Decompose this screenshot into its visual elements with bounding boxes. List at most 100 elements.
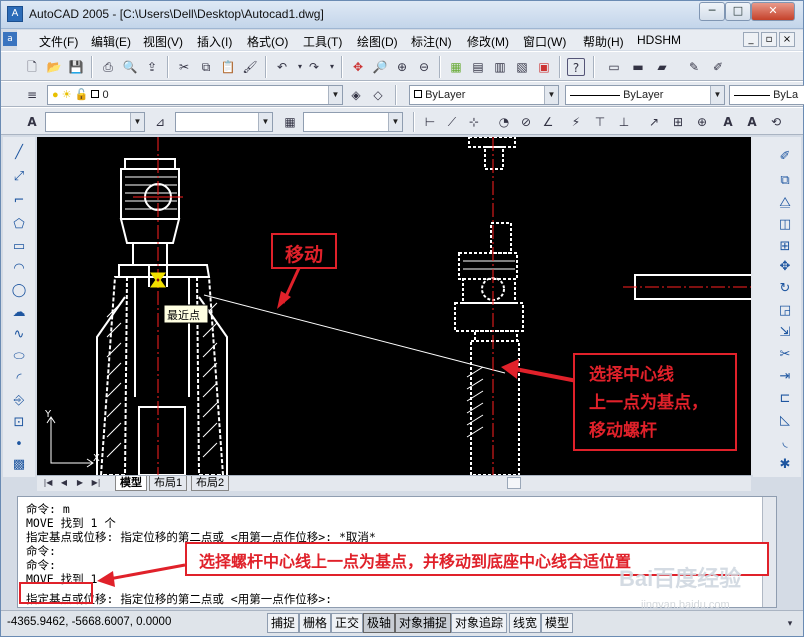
- toolbar-extra-icon-1[interactable]: ▭: [605, 58, 623, 76]
- leader-icon[interactable]: ↗: [645, 113, 663, 131]
- construction-line-icon[interactable]: ⤢: [9, 167, 29, 187]
- ellipse-arc-icon[interactable]: ◜: [9, 369, 29, 389]
- mirror-icon[interactable]: ⧋: [775, 193, 795, 213]
- diameter-dim-icon[interactable]: ⊘: [517, 113, 535, 131]
- layer-combo[interactable]: ● ☀ 🔓 0 ▼: [47, 85, 343, 105]
- hscroll-thumb[interactable]: [507, 477, 521, 489]
- menu-modify[interactable]: 修改(M): [467, 33, 509, 50]
- autocad-app-icon[interactable]: A: [7, 6, 23, 22]
- polar-toggle[interactable]: 极轴: [363, 613, 396, 633]
- radius-dim-icon[interactable]: ◔: [495, 113, 513, 131]
- angular-dim-icon[interactable]: ∠: [539, 113, 557, 131]
- explode-icon[interactable]: ✱: [775, 455, 795, 475]
- maximize-button[interactable]: □: [725, 2, 751, 21]
- design-center-icon[interactable]: ▤: [469, 58, 487, 76]
- make-object-layer-current-icon[interactable]: ◈: [347, 86, 365, 104]
- make-block-icon[interactable]: ⊡: [9, 413, 29, 433]
- layer-manager-icon[interactable]: ≡: [23, 86, 41, 104]
- dim-text-edit-icon[interactable]: A: [743, 113, 761, 131]
- linear-dim-icon[interactable]: ⊢: [421, 113, 439, 131]
- save-icon[interactable]: 💾: [67, 58, 85, 76]
- dim-style-combo[interactable]: ▼: [175, 112, 273, 132]
- doc-minimize-button[interactable]: _: [743, 32, 759, 47]
- aligned-dim-icon[interactable]: ⟋: [443, 113, 461, 131]
- lineweight-combo[interactable]: ByLa: [729, 85, 804, 105]
- coordinate-readout[interactable]: -4365.9462, -5668.6007, 0.0000: [7, 616, 171, 628]
- markup-icon[interactable]: ▣: [535, 58, 553, 76]
- toolbar-extra-icon-4[interactable]: ✎: [685, 58, 703, 76]
- menu-insert[interactable]: 插入(I): [197, 33, 232, 50]
- help-icon[interactable]: ?: [567, 58, 585, 76]
- paste-icon[interactable]: 📋: [219, 58, 237, 76]
- undo-icon[interactable]: ↶: [273, 58, 291, 76]
- copy-icon[interactable]: ⧉: [197, 58, 215, 76]
- tab-model[interactable]: 模型: [115, 476, 147, 491]
- match-properties-icon[interactable]: 🖌: [241, 58, 259, 76]
- status-tray-icon[interactable]: ▾: [781, 615, 799, 633]
- properties-icon[interactable]: ▦: [447, 58, 465, 76]
- menu-format[interactable]: 格式(O): [247, 33, 288, 50]
- rotate-icon[interactable]: ↻: [775, 279, 795, 299]
- menu-draw[interactable]: 绘图(D): [357, 33, 398, 50]
- sheet-set-icon[interactable]: ▧: [513, 58, 531, 76]
- trim-icon[interactable]: ✂: [775, 345, 795, 365]
- quick-dim-icon[interactable]: ⚡: [567, 113, 585, 131]
- menu-file[interactable]: 文件(F): [39, 33, 78, 50]
- doc-restore-button[interactable]: ▫: [761, 32, 777, 47]
- print-icon[interactable]: ⎙: [99, 58, 117, 76]
- menu-hdshm[interactable]: HDSHM: [637, 33, 681, 47]
- center-mark-icon[interactable]: ⊕: [693, 113, 711, 131]
- toolbar-extra-icon-5[interactable]: ✐: [709, 58, 727, 76]
- menu-dimension[interactable]: 标注(N): [411, 33, 452, 50]
- polygon-icon[interactable]: ⬠: [9, 215, 29, 235]
- ellipse-icon[interactable]: ⬭: [9, 347, 29, 367]
- offset-icon[interactable]: ◫: [775, 215, 795, 235]
- arc-icon[interactable]: ◠: [9, 259, 29, 279]
- baseline-dim-icon[interactable]: ⊤: [591, 113, 609, 131]
- spline-icon[interactable]: ∿: [9, 325, 29, 345]
- table-style-icon[interactable]: ▦: [281, 113, 299, 131]
- color-dropdown-icon[interactable]: ▼: [544, 86, 558, 104]
- tolerance-icon[interactable]: ⊞: [669, 113, 687, 131]
- color-combo[interactable]: ByLayer ▼: [409, 85, 559, 105]
- linetype-dropdown-icon[interactable]: ▼: [710, 86, 724, 104]
- linetype-combo[interactable]: ByLayer ▼: [565, 85, 725, 105]
- table-style-dropdown-icon[interactable]: ▼: [388, 113, 402, 131]
- tool-palettes-icon[interactable]: ▥: [491, 58, 509, 76]
- text-style-icon[interactable]: A: [23, 113, 41, 131]
- table-style-combo[interactable]: ▼: [303, 112, 403, 132]
- continue-dim-icon[interactable]: ⊥: [615, 113, 633, 131]
- menu-help[interactable]: 帮助(H): [583, 33, 624, 50]
- polyline-icon[interactable]: ⌐: [9, 191, 29, 211]
- toolbar-extra-icon-3[interactable]: ▰: [653, 58, 671, 76]
- snap-toggle[interactable]: 捕捉: [267, 613, 300, 633]
- redo-icon[interactable]: ↷: [305, 58, 323, 76]
- cut-icon[interactable]: ✂: [175, 58, 193, 76]
- layer-dropdown-icon[interactable]: ▼: [328, 86, 342, 104]
- zoom-realtime-icon[interactable]: 🔎: [371, 58, 389, 76]
- insert-block-icon[interactable]: ⎆: [9, 391, 29, 411]
- break-icon[interactable]: ⊏: [775, 389, 795, 409]
- scale-icon[interactable]: ◲: [775, 301, 795, 321]
- toolbar-extra-icon-2[interactable]: ▬: [629, 58, 647, 76]
- menu-edit[interactable]: 编辑(E): [91, 33, 131, 50]
- print-preview-icon[interactable]: 🔍: [121, 58, 139, 76]
- dim-update-icon[interactable]: ⟲: [767, 113, 785, 131]
- new-file-icon[interactable]: 🗋: [23, 58, 41, 76]
- stretch-icon[interactable]: ⇲: [775, 323, 795, 343]
- otrack-toggle[interactable]: 对象追踪: [451, 613, 508, 633]
- ortho-toggle[interactable]: 正交: [331, 613, 364, 633]
- line-icon[interactable]: ╱: [9, 143, 29, 163]
- point-icon[interactable]: •: [9, 435, 29, 455]
- extend-icon[interactable]: ⇥: [775, 367, 795, 387]
- rectangle-icon[interactable]: ▭: [9, 237, 29, 257]
- doc-close-button[interactable]: ×: [779, 32, 795, 47]
- revision-cloud-icon[interactable]: ☁: [9, 303, 29, 323]
- menu-window[interactable]: 窗口(W): [523, 33, 566, 50]
- grid-toggle[interactable]: 栅格: [299, 613, 332, 633]
- menu-tools[interactable]: 工具(T): [303, 33, 342, 50]
- close-button[interactable]: ✕: [751, 2, 795, 21]
- hatch-icon[interactable]: ▩: [9, 455, 29, 475]
- dim-style-dropdown-icon[interactable]: ▼: [258, 113, 272, 131]
- open-file-icon[interactable]: 📂: [45, 58, 63, 76]
